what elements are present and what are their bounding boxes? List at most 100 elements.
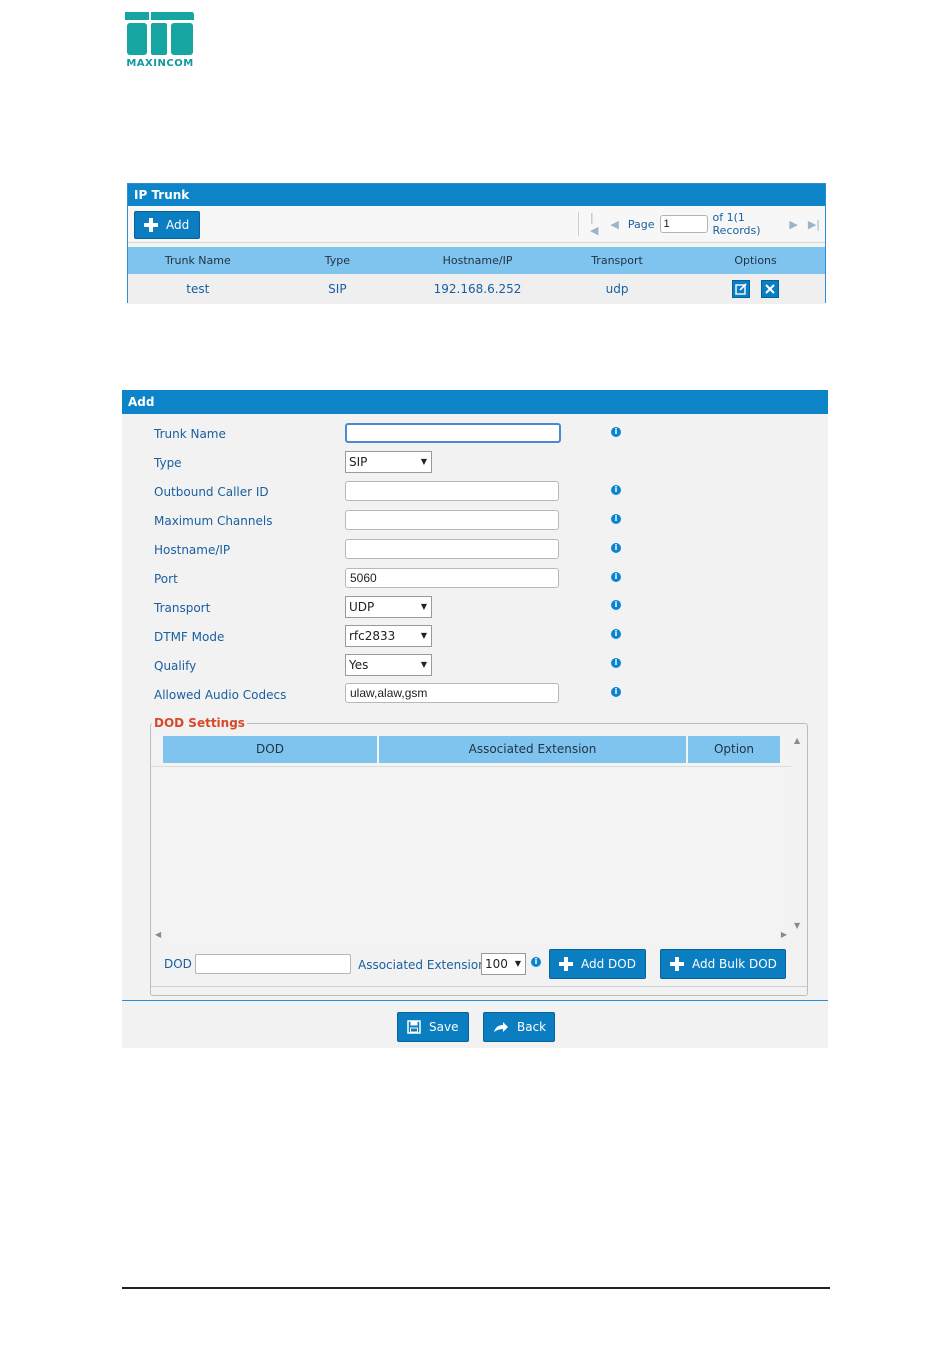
divider bbox=[122, 1000, 828, 1001]
ip-trunk-table: Trunk Name Type Hostname/IP Transport Op… bbox=[128, 247, 825, 304]
info-icon[interactable]: i bbox=[611, 427, 621, 437]
audio-codecs-input[interactable] bbox=[345, 683, 559, 703]
floppy-disk-icon bbox=[407, 1020, 421, 1034]
logo-mark-icon bbox=[125, 12, 194, 55]
footer-line bbox=[122, 1287, 830, 1289]
add-bulk-dod-button[interactable]: Add Bulk DOD bbox=[660, 949, 786, 979]
share-arrow-icon bbox=[494, 1022, 508, 1032]
plus-icon bbox=[670, 957, 684, 971]
maximum-channels-label: Maximum Channels bbox=[154, 514, 273, 528]
type-select[interactable]: SIP ▼ bbox=[345, 451, 432, 473]
info-icon[interactable]: i bbox=[611, 485, 621, 495]
chevron-down-icon: ▼ bbox=[514, 959, 521, 968]
scroll-up-icon[interactable]: ▲ bbox=[794, 736, 800, 745]
dtmf-mode-select-value: rfc2833 bbox=[349, 629, 396, 643]
outbound-caller-id-label: Outbound Caller ID bbox=[154, 485, 269, 499]
info-icon[interactable]: i bbox=[611, 543, 621, 553]
info-icon[interactable]: i bbox=[611, 658, 621, 668]
info-icon[interactable]: i bbox=[611, 514, 621, 524]
row-hostname: 192.168.6.252 bbox=[407, 274, 548, 304]
save-button[interactable]: Save bbox=[397, 1012, 469, 1042]
row-trunk-name: test bbox=[128, 274, 268, 304]
outbound-caller-id-input[interactable] bbox=[345, 481, 559, 501]
dod-settings-legend: DOD Settings bbox=[152, 716, 247, 730]
col-transport: Transport bbox=[547, 247, 687, 274]
horizontal-scrollbar[interactable]: ◀ ▶ bbox=[151, 928, 791, 942]
back-button[interactable]: Back bbox=[483, 1012, 555, 1042]
audio-codecs-label: Allowed Audio Codecs bbox=[154, 688, 287, 702]
edit-icon[interactable] bbox=[731, 280, 750, 298]
scroll-down-icon[interactable]: ▼ bbox=[794, 921, 800, 930]
add-dod-label: Add DOD bbox=[581, 957, 636, 971]
save-label: Save bbox=[429, 1020, 459, 1034]
col-type: Type bbox=[267, 247, 408, 274]
qualify-label: Qualify bbox=[154, 659, 197, 673]
plus-icon bbox=[144, 218, 158, 232]
ip-trunk-toolbar: Add |◀ ◀ Page of 1(1 Records) ▶ ▶| bbox=[128, 206, 825, 243]
col-dod: DOD bbox=[163, 736, 377, 763]
scroll-left-icon[interactable]: ◀ bbox=[155, 930, 161, 939]
add-panel-title: Add bbox=[122, 390, 828, 414]
info-icon[interactable]: i bbox=[611, 629, 621, 639]
logo-text: MAXINCOM bbox=[126, 58, 194, 69]
info-icon[interactable]: i bbox=[531, 957, 541, 967]
dod-grid: DOD Associated Extension Option bbox=[151, 736, 791, 944]
grid-divider bbox=[151, 766, 791, 767]
trunk-name-label: Trunk Name bbox=[154, 427, 226, 441]
dtmf-mode-select[interactable]: rfc2833 ▼ bbox=[345, 625, 432, 647]
row-transport: udp bbox=[547, 274, 687, 304]
type-select-value: SIP bbox=[349, 455, 368, 469]
prev-page-icon[interactable]: ◀ bbox=[610, 218, 618, 231]
info-icon[interactable]: i bbox=[611, 600, 621, 610]
chevron-down-icon: ▼ bbox=[420, 457, 427, 466]
transport-label: Transport bbox=[154, 601, 211, 615]
col-option: Option bbox=[688, 736, 780, 763]
table-row: test SIP 192.168.6.252 udp bbox=[128, 274, 825, 304]
dod-label: DOD bbox=[164, 957, 192, 971]
first-page-icon[interactable]: |◀ bbox=[590, 211, 600, 237]
info-icon[interactable]: i bbox=[611, 687, 621, 697]
chevron-down-icon: ▼ bbox=[420, 631, 427, 640]
port-label: Port bbox=[154, 572, 178, 586]
assoc-extension-label: Associated Extension bbox=[358, 958, 486, 972]
page-of-text: of 1(1 Records) bbox=[712, 211, 761, 237]
pager: |◀ ◀ Page of 1(1 Records) ▶ ▶| bbox=[578, 211, 825, 237]
col-trunk-name: Trunk Name bbox=[128, 247, 268, 274]
chevron-down-icon: ▼ bbox=[420, 602, 427, 611]
add-trunk-label: Add bbox=[166, 218, 190, 232]
maximum-channels-input[interactable] bbox=[345, 510, 559, 530]
port-input[interactable] bbox=[345, 568, 559, 588]
add-trunk-button[interactable]: Add bbox=[134, 211, 200, 239]
delete-icon[interactable] bbox=[761, 280, 780, 298]
scroll-right-icon[interactable]: ▶ bbox=[781, 930, 787, 939]
add-bulk-dod-label: Add Bulk DOD bbox=[692, 957, 777, 971]
hostname-input[interactable] bbox=[345, 539, 559, 559]
type-label: Type bbox=[154, 456, 182, 470]
vertical-scrollbar[interactable]: ▲ ▼ bbox=[791, 734, 805, 930]
info-icon[interactable]: i bbox=[611, 572, 621, 582]
next-page-icon[interactable]: ▶ bbox=[789, 218, 797, 231]
assoc-extension-value: 100 bbox=[485, 957, 508, 971]
dod-settings-fieldset: DOD Associated Extension Option ▲ ▼ ◀ ▶ … bbox=[150, 723, 808, 996]
ip-trunk-title: IP Trunk bbox=[128, 184, 825, 206]
trunk-name-input[interactable] bbox=[345, 423, 561, 443]
row-options bbox=[686, 274, 825, 304]
hostname-label: Hostname/IP bbox=[154, 543, 231, 557]
chevron-down-icon: ▼ bbox=[420, 660, 427, 669]
last-page-icon[interactable]: ▶| bbox=[808, 218, 820, 231]
ip-trunk-panel: IP Trunk Add |◀ ◀ Page of 1(1 Records) ▶… bbox=[127, 183, 826, 304]
add-trunk-panel: Add Trunk Name i Type SIP ▼ Outbound Cal… bbox=[122, 390, 828, 1048]
page-label: Page bbox=[627, 217, 655, 231]
col-associated-extension: Associated Extension bbox=[379, 736, 686, 763]
transport-select-value: UDP bbox=[349, 600, 375, 614]
add-dod-button[interactable]: Add DOD bbox=[549, 949, 646, 979]
col-options: Options bbox=[686, 247, 825, 274]
divider bbox=[151, 986, 807, 987]
qualify-select-value: Yes bbox=[349, 658, 369, 672]
dod-input[interactable] bbox=[195, 954, 351, 974]
plus-icon bbox=[559, 957, 573, 971]
qualify-select[interactable]: Yes ▼ bbox=[345, 654, 432, 676]
assoc-extension-select[interactable]: 100 ▼ bbox=[481, 953, 526, 975]
transport-select[interactable]: UDP ▼ bbox=[345, 596, 432, 618]
page-input[interactable] bbox=[659, 215, 708, 233]
